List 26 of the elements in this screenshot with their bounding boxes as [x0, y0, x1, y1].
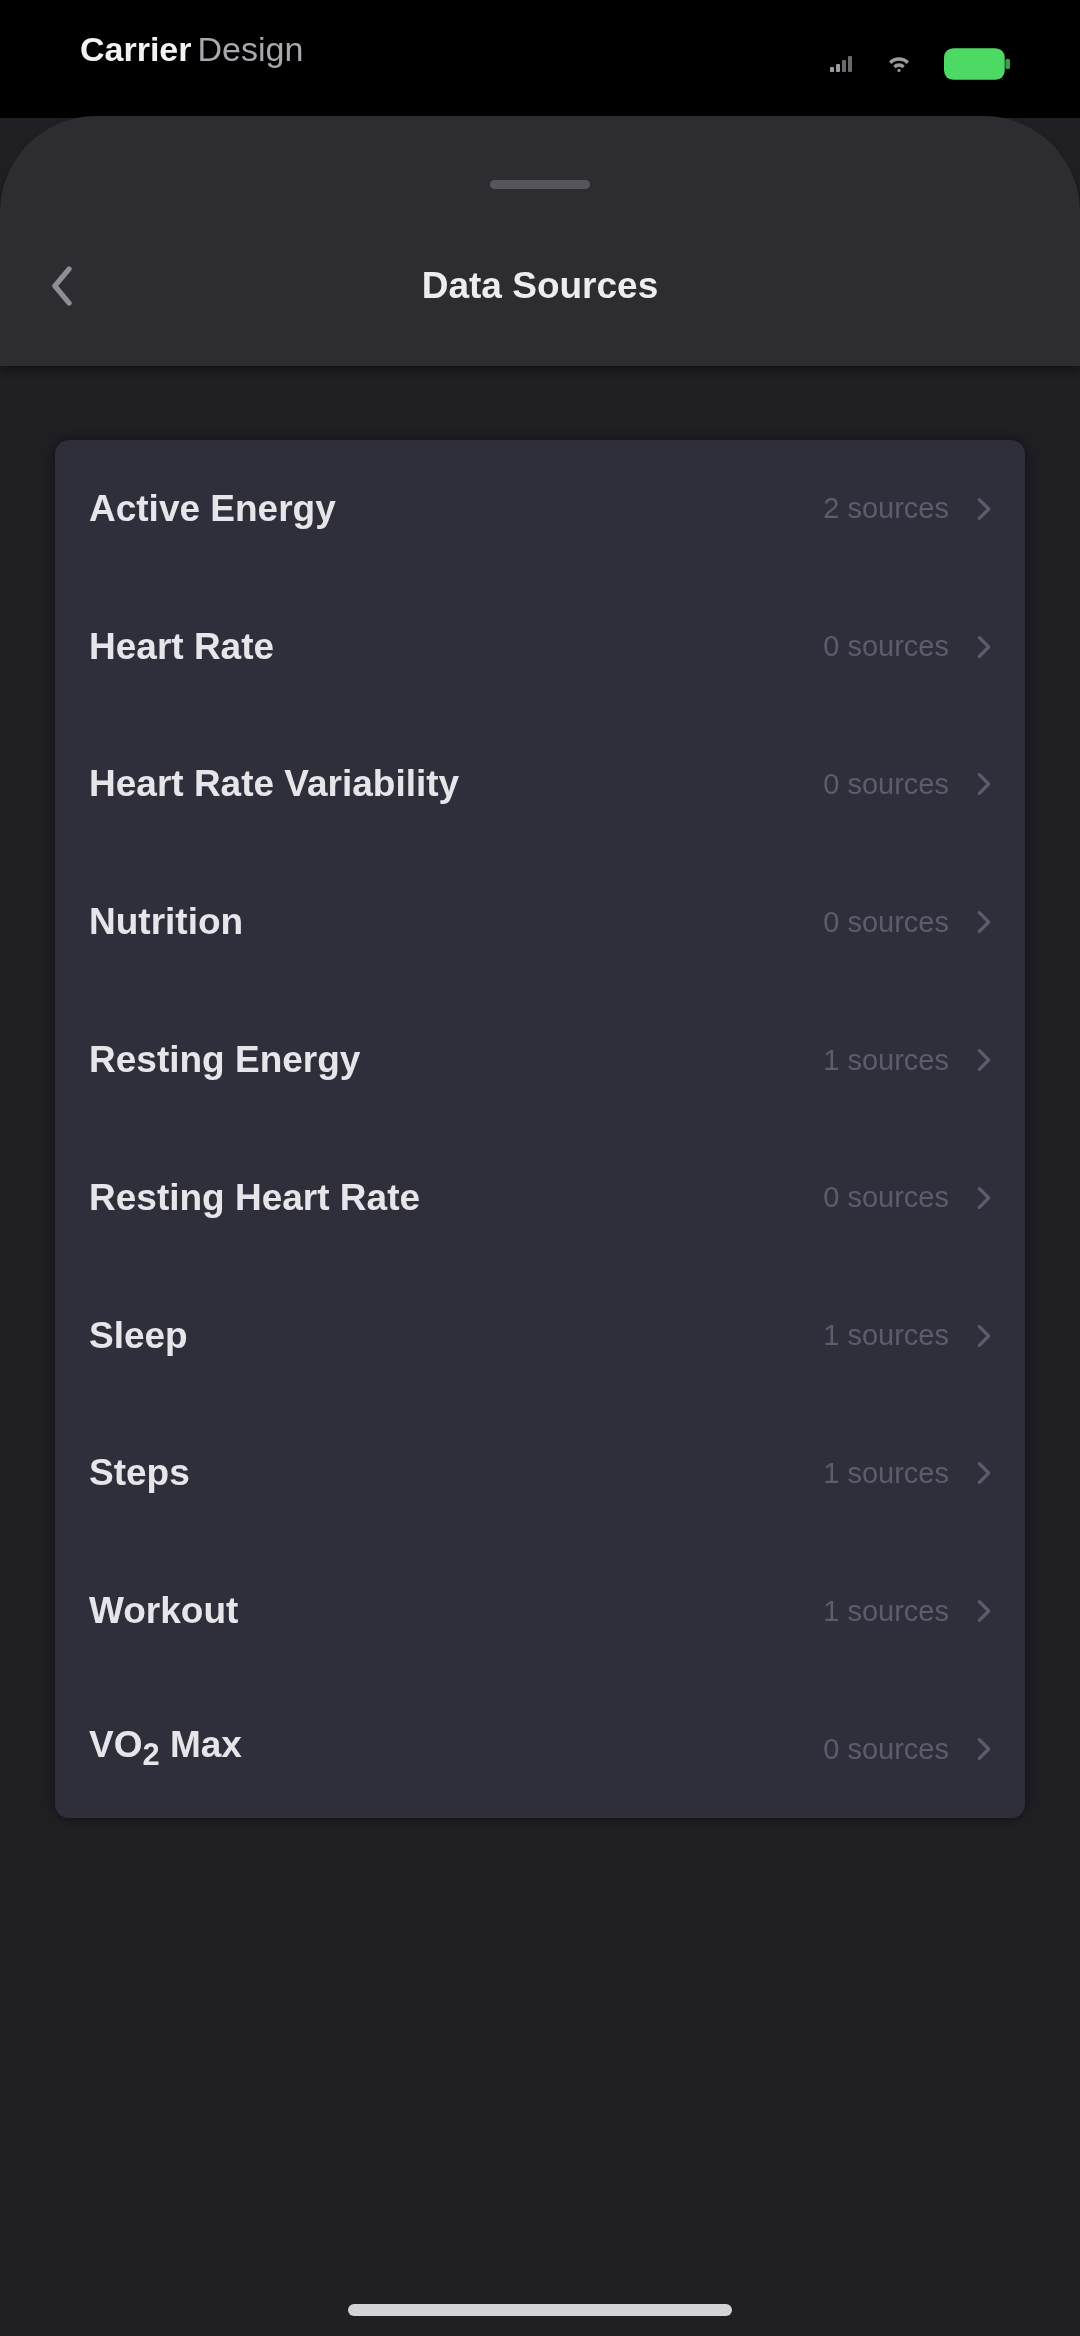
chevron-right-icon — [977, 1737, 991, 1762]
row-label: Resting Heart Rate — [89, 1176, 422, 1219]
back-icon[interactable] — [50, 266, 74, 306]
network-label: Design — [197, 30, 304, 69]
chevron-right-icon — [977, 1461, 991, 1486]
row-label: Heart Rate — [89, 625, 276, 668]
chevron-right-icon — [977, 1599, 991, 1624]
row-label: VO$_{2}$ Max — [89, 1724, 243, 1774]
chevron-right-icon — [977, 1185, 991, 1210]
wifi-icon — [888, 56, 910, 72]
row-label: Active Energy — [89, 487, 337, 530]
chevron-right-icon — [977, 496, 991, 521]
row-label: Heart Rate Variability — [89, 763, 461, 806]
row-label: Workout — [89, 1590, 240, 1633]
row-label: Steps — [89, 1452, 191, 1495]
chevron-right-icon — [977, 1048, 991, 1073]
screen-title: Data Sources — [421, 265, 659, 307]
chevron-right-icon — [977, 772, 991, 797]
carrier-name: Carrier — [80, 30, 192, 69]
chevron-right-icon — [977, 910, 991, 935]
chevron-right-icon — [977, 1323, 991, 1348]
signal-icon — [830, 56, 854, 72]
row-label: Nutrition — [89, 901, 245, 944]
row-label: Sleep — [89, 1314, 189, 1357]
row-label: Resting Energy — [89, 1039, 362, 1082]
chevron-right-icon — [977, 634, 991, 659]
